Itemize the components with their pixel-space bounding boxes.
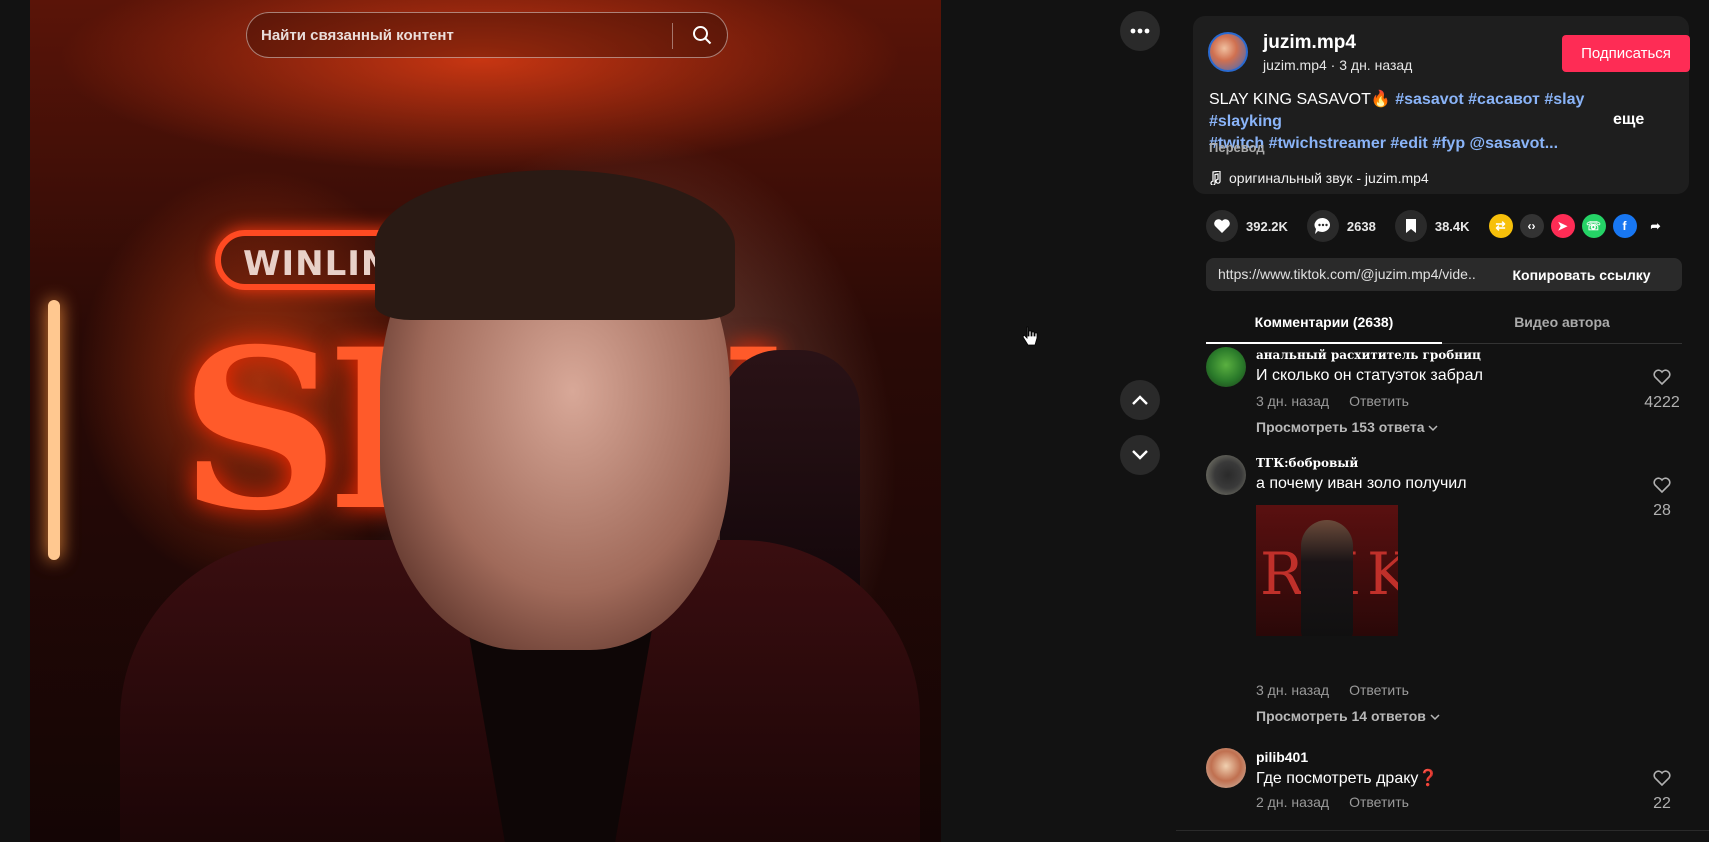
panel-tabs: Комментарии (2638) Видео автора xyxy=(1206,310,1682,344)
link-box: https://www.tiktok.com/@juzim.mp4/vide..… xyxy=(1206,258,1682,291)
translate-link[interactable]: Перевод xyxy=(1209,140,1265,155)
comment-text: Где посмотреть драку❓ xyxy=(1256,770,1439,787)
heart-outline-icon xyxy=(1653,477,1671,494)
comment-icon xyxy=(1314,217,1330,234)
more-options-button[interactable] xyxy=(1120,11,1160,51)
tab-comments[interactable]: Комментарии (2638) xyxy=(1206,314,1442,344)
commenter-avatar[interactable] xyxy=(1206,347,1246,387)
divider xyxy=(1176,830,1709,831)
reply-button[interactable]: Ответить xyxy=(1349,682,1409,698)
comment-item: pilib401 Где посмотреть драку❓ 2 дн. наз… xyxy=(1206,748,1682,828)
heart-icon xyxy=(1214,219,1230,233)
commenter-name[interactable]: pilib401 xyxy=(1256,749,1308,765)
facebook-icon[interactable]: f xyxy=(1612,214,1637,238)
comment-item: анальный расхититель гробниц И сколько о… xyxy=(1206,347,1682,437)
search-button[interactable] xyxy=(679,13,725,57)
comment-meta: 3 дн. назад Ответить xyxy=(1256,393,1409,409)
follow-button[interactable]: Подписаться xyxy=(1562,35,1690,72)
comment-like-count: 22 xyxy=(1653,795,1671,812)
comment-text: И сколько он статуэток забрал xyxy=(1256,367,1483,384)
tab-author-videos[interactable]: Видео автора xyxy=(1442,314,1682,330)
comment-item: ТГК:бобровый а почему иван золо получил … xyxy=(1206,455,1682,724)
video-info-card: juzim.mp4 juzim.mp4 · 3 дн. назад Подпис… xyxy=(1193,16,1690,194)
person-hair xyxy=(375,170,735,320)
commenter-avatar[interactable] xyxy=(1206,455,1246,495)
like-action[interactable]: 392.2K xyxy=(1206,210,1288,242)
save-count: 38.4K xyxy=(1434,218,1470,234)
video-description: SLAY KING SASAVOT🔥 #sasavot #сасавот #sl… xyxy=(1209,89,1649,155)
comment-like[interactable]: 22 xyxy=(1642,770,1682,813)
search-icon xyxy=(693,26,712,45)
light-bar xyxy=(48,300,60,560)
search-divider xyxy=(672,23,673,49)
send-icon[interactable]: ➤ xyxy=(1550,214,1575,238)
video-url[interactable]: https://www.tiktok.com/@juzim.mp4/vide..… xyxy=(1218,266,1476,282)
comment-image[interactable]: RKK xyxy=(1256,505,1398,636)
comment-time: 2 дн. назад xyxy=(1256,794,1330,810)
heart-outline-icon xyxy=(1653,770,1671,787)
chevron-down-icon xyxy=(1132,450,1148,460)
video-player[interactable]: WINLINE SLAY xyxy=(30,0,941,842)
search-input[interactable] xyxy=(261,21,661,49)
music-title: оригинальный звук - juzim.mp4 xyxy=(1229,170,1429,186)
chevron-up-icon xyxy=(1132,395,1148,405)
more-icon xyxy=(1130,28,1150,34)
video-stage: WINLINE SLAY xyxy=(0,0,1176,842)
action-bar: 392.2K 2638 38.4K ⇄ ‹› ➤ ☏ f ➦ xyxy=(1206,210,1675,242)
commenter-name[interactable]: анальный расхититель гробниц xyxy=(1256,348,1481,362)
view-replies-label: Просмотреть 153 ответа xyxy=(1256,419,1425,435)
chevron-down-icon xyxy=(1430,714,1440,721)
like-count: 392.2K xyxy=(1246,218,1288,234)
reply-button[interactable]: Ответить xyxy=(1349,393,1409,409)
comment-action[interactable]: 2638 xyxy=(1306,210,1376,242)
comment-like-count: 4222 xyxy=(1644,394,1680,411)
copy-link-button[interactable]: Копировать ссылку xyxy=(1481,258,1682,291)
view-replies-button[interactable]: Просмотреть 14 ответов xyxy=(1256,708,1440,724)
comment-text: а почему иван золо получил xyxy=(1256,475,1467,492)
comment-time: 3 дн. назад xyxy=(1256,393,1330,409)
heart-outline-icon xyxy=(1653,369,1671,386)
view-replies-button[interactable]: Просмотреть 153 ответа xyxy=(1256,419,1438,435)
author-subline: juzim.mp4 · 3 дн. назад xyxy=(1263,57,1413,73)
comment-like[interactable]: 4222 xyxy=(1642,369,1682,412)
whatsapp-icon[interactable]: ☏ xyxy=(1581,214,1606,238)
music-note-icon xyxy=(1210,171,1221,185)
commenter-name[interactable]: ТГК:бобровый xyxy=(1256,456,1358,470)
music-link[interactable]: оригинальный звук - juzim.mp4 xyxy=(1209,170,1429,186)
comment-count: 2638 xyxy=(1346,218,1376,234)
comment-meta: 2 дн. назад Ответить xyxy=(1256,794,1409,810)
side-panel: juzim.mp4 juzim.mp4 · 3 дн. назад Подпис… xyxy=(1176,0,1709,842)
related-search-bar xyxy=(246,12,728,58)
commenter-avatar[interactable] xyxy=(1206,748,1246,788)
author-username[interactable]: juzim.mp4 xyxy=(1263,32,1356,54)
description-text: SLAY KING SASAVOT🔥 xyxy=(1209,91,1391,108)
reply-button[interactable]: Ответить xyxy=(1349,794,1409,810)
comment-time: 3 дн. назад xyxy=(1256,682,1330,698)
more-link[interactable]: еще xyxy=(1613,111,1644,129)
save-action[interactable]: 38.4K xyxy=(1394,210,1470,242)
embed-icon[interactable]: ‹› xyxy=(1519,214,1544,238)
previous-video-button[interactable] xyxy=(1120,380,1160,420)
repost-icon[interactable]: ⇄ xyxy=(1488,214,1513,238)
share-arrow-icon[interactable]: ➦ xyxy=(1644,214,1668,238)
comment-meta: 3 дн. назад Ответить xyxy=(1256,682,1409,698)
comment-like[interactable]: 28 xyxy=(1642,477,1682,520)
comment-like-count: 28 xyxy=(1653,502,1671,519)
view-replies-label: Просмотреть 14 ответов xyxy=(1256,708,1426,724)
author-avatar[interactable] xyxy=(1208,32,1248,72)
next-video-button[interactable] xyxy=(1120,435,1160,475)
bookmark-icon xyxy=(1405,219,1416,233)
comment-image-person xyxy=(1301,520,1353,636)
hand-cursor-icon xyxy=(1022,326,1038,353)
chevron-down-icon xyxy=(1428,425,1438,432)
